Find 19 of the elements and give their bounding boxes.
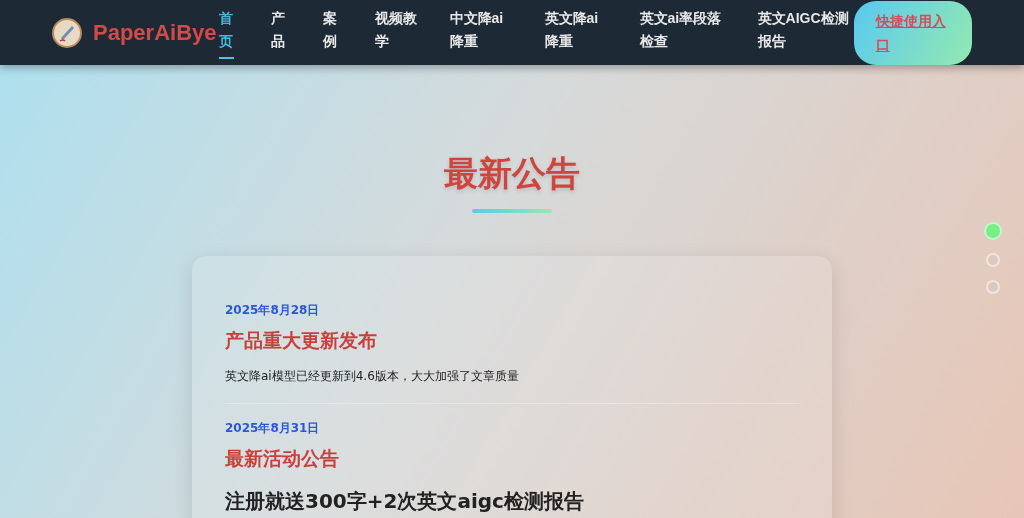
nav-link[interactable]: 首页	[218, 6, 234, 59]
announcement-date: 2025年8月28日	[225, 302, 321, 319]
announcement-title: 最新活动公告	[225, 446, 340, 471]
announcement-text: 注册就送300字+2次英文aigc检测报告	[225, 488, 585, 515]
page-dot[interactable]	[986, 253, 1000, 267]
section-title: 最新公告	[444, 152, 580, 195]
nav-link[interactable]: 英文AIGC检测报告	[757, 6, 854, 59]
nav-link[interactable]: 中文降ai降重	[449, 6, 512, 59]
page-dot[interactable]	[984, 222, 1002, 240]
nav-link[interactable]: 英文ai率段落检查	[639, 6, 728, 59]
page-dot[interactable]	[986, 280, 1000, 294]
nav-link[interactable]: 产品	[270, 6, 286, 59]
nav-link[interactable]: 案例	[322, 6, 338, 59]
nav-link[interactable]: 视频教学	[374, 6, 421, 59]
announcement-title: 产品重大更新发布	[225, 328, 378, 353]
logo-icon	[52, 17, 82, 48]
announcement-date: 2025年8月31日	[225, 420, 321, 437]
nav-link[interactable]: 英文降ai降重	[544, 6, 607, 59]
announcement-text: 英文降ai模型已经更新到4.6版本，大大加强了文章质量	[225, 368, 520, 385]
